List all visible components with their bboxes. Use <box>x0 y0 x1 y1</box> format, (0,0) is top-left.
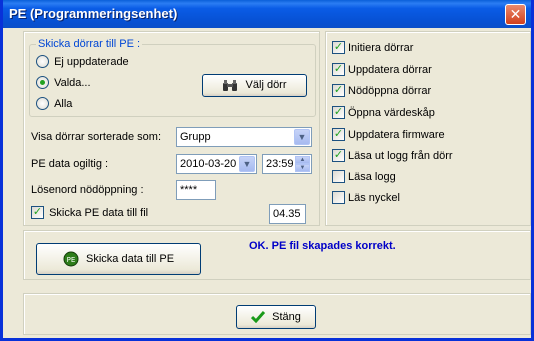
checkmark-icon[interactable]: ✓ <box>332 149 345 162</box>
version-value: 04.35 <box>273 208 301 220</box>
time-spinner[interactable]: ▲ ▼ <box>295 156 310 172</box>
checkmark-icon[interactable]: ✓ <box>332 128 345 141</box>
option-label: Uppdatera dörrar <box>348 63 432 76</box>
svg-text:PE: PE <box>67 256 76 264</box>
checkmark-icon[interactable]: ✓ <box>332 84 345 97</box>
option-label: Nödöppna dörrar <box>348 84 432 97</box>
send-doors-group: Skicka dörrar till PE : Ej uppdaterade V… <box>29 38 316 117</box>
radio-selected[interactable]: Valda... <box>36 76 91 89</box>
title-bar[interactable]: PE (Programmeringsenhet) ✕ <box>3 0 531 28</box>
option-read-log[interactable]: Läsa logg <box>332 170 396 186</box>
option-label: Läsa logg <box>348 170 396 183</box>
option-label: Läs nyckel <box>348 191 400 204</box>
checkmark-icon[interactable]: ✓ <box>332 41 345 54</box>
spin-up-icon[interactable]: ▲ <box>295 156 310 164</box>
option-label: Initiera dörrar <box>348 41 414 54</box>
close-dialog-button[interactable]: Stäng <box>236 305 316 329</box>
options-panel: ✓ Initiera dörrar ✓ Uppdatera dörrar ✓ Nödö… <box>325 31 531 226</box>
password-label: Lösenord nödöppning : <box>31 184 144 196</box>
close-button[interactable]: ✕ <box>505 4 526 25</box>
option-label: Öppna värdeskåp <box>348 106 435 119</box>
window-title: PE (Programmeringsenhet) <box>9 6 178 21</box>
option-update-firmware[interactable]: ✓ Uppdatera firmware <box>332 128 445 144</box>
option-open-safe[interactable]: ✓ Öppna värdeskåp <box>332 106 435 122</box>
action-panel: PE Skicka data till PE OK. PE fil skapad… <box>23 230 531 280</box>
radio-circle[interactable] <box>36 76 49 89</box>
option-init-doors[interactable]: ✓ Initiera dörrar <box>332 41 413 57</box>
option-label: Läsa ut logg från dörr <box>348 149 453 162</box>
send-to-pe-label: Skicka data till PE <box>86 253 175 266</box>
expiry-label: PE data ogiltig : <box>31 158 109 170</box>
radio-label: Valda... <box>54 76 91 89</box>
status-message: OK. PE fil skapades korrekt. <box>249 240 396 252</box>
send-to-file-label: Skicka PE data till fil <box>49 206 149 219</box>
checkbox-empty[interactable] <box>332 170 345 183</box>
calendar-dropdown-icon[interactable]: ▼ <box>239 156 255 172</box>
send-to-pe-button[interactable]: PE Skicka data till PE <box>36 243 201 275</box>
checkmark-icon <box>251 311 266 324</box>
binoculars-icon <box>223 79 238 91</box>
option-read-door-log[interactable]: ✓ Läsa ut logg från dörr <box>332 149 453 165</box>
radio-circle[interactable] <box>36 55 49 68</box>
password-value: **** <box>180 184 198 196</box>
version-field[interactable]: 04.35 <box>269 204 306 224</box>
radio-all[interactable]: Alla <box>36 97 72 110</box>
option-emergency-open[interactable]: ✓ Nödöppna dörrar <box>332 84 431 100</box>
checkmark-icon[interactable]: ✓ <box>332 106 345 119</box>
select-door-button[interactable]: Välj dörr <box>202 74 307 97</box>
left-panel: Skicka dörrar till PE : Ej uppdaterade V… <box>23 31 320 226</box>
checkbox-empty[interactable] <box>332 191 345 204</box>
pe-device-icon: PE <box>63 251 79 267</box>
send-doors-group-label: Skicka dörrar till PE : <box>36 38 143 50</box>
expiry-date-picker[interactable]: 2010-03-20 ▼ <box>176 154 257 174</box>
pe-dialog: PE (Programmeringsenhet) ✕ Skicka dörrar… <box>0 0 534 341</box>
radio-circle[interactable] <box>36 97 49 110</box>
option-label: Uppdatera firmware <box>348 128 445 141</box>
radio-not-updated[interactable]: Ej uppdaterade <box>36 55 129 68</box>
option-update-doors[interactable]: ✓ Uppdatera dörrar <box>332 63 432 79</box>
expiry-time-value: 23:59 <box>266 158 294 170</box>
option-read-key[interactable]: Läs nyckel <box>332 191 400 207</box>
close-dialog-label: Stäng <box>272 311 301 324</box>
password-field[interactable]: **** <box>176 180 216 200</box>
sort-select[interactable]: Grupp ▼ <box>176 127 312 147</box>
sort-value: Grupp <box>180 131 211 143</box>
checkmark-icon[interactable]: ✓ <box>332 63 345 76</box>
spin-down-icon[interactable]: ▼ <box>295 164 310 172</box>
footer-panel: Stäng <box>23 293 531 335</box>
send-to-file-checkbox[interactable]: ✓ Skicka PE data till fil <box>31 206 148 219</box>
radio-label: Alla <box>54 97 73 110</box>
expiry-date-value: 2010-03-20 <box>180 158 237 170</box>
radio-label: Ej uppdaterade <box>54 55 129 68</box>
chevron-down-icon[interactable]: ▼ <box>294 129 310 145</box>
expiry-time-field[interactable]: 23:59 ▲ ▼ <box>262 154 312 174</box>
checkmark-icon[interactable]: ✓ <box>31 206 44 219</box>
select-door-label: Välj dörr <box>245 79 287 91</box>
sort-label: Visa dörrar sorterade som: <box>31 131 162 143</box>
